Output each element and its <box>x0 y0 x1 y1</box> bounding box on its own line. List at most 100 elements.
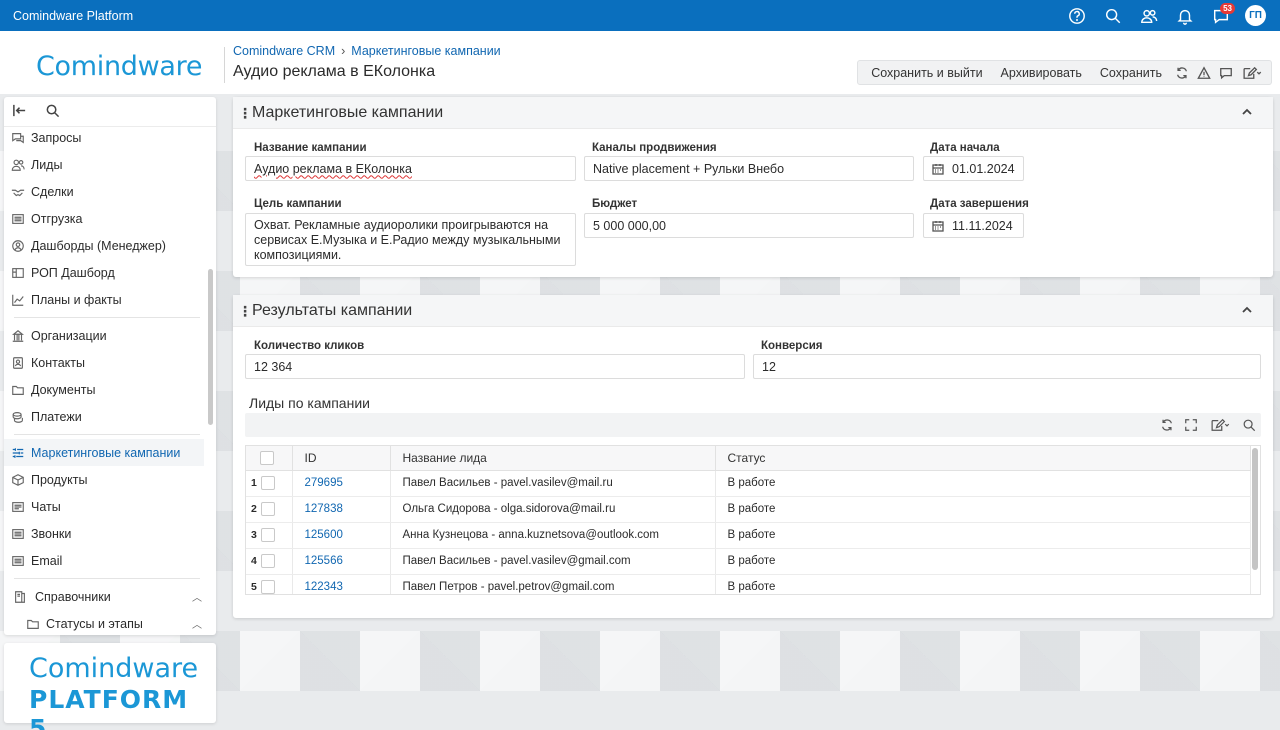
chart-icon <box>12 294 24 306</box>
row-checkbox[interactable] <box>260 580 275 594</box>
chevron-up-icon[interactable]: ︿ <box>192 616 202 631</box>
lead-id-link[interactable]: 122343 <box>305 581 343 593</box>
sidebar-search-icon[interactable] <box>45 103 60 121</box>
refresh-icon[interactable] <box>1171 62 1193 84</box>
sidebar-item-rop-dashboard[interactable]: РОП Дашборд <box>4 259 216 286</box>
goal-label: Цель кампании <box>254 198 342 210</box>
sidebar: Запросы Лиды Сделки Отгрузка Дашборды (М… <box>4 97 216 635</box>
campaign-name-field[interactable]: Аудио реклама в ЕКолонка <box>245 156 576 181</box>
campaign-icon <box>12 447 24 458</box>
table-row[interactable]: 1 279695 Павел Васильев - pavel.vasilev@… <box>246 470 1251 497</box>
collapse-panel-icon[interactable] <box>1241 106 1253 118</box>
start-date-field[interactable]: 01.01.2024 <box>923 156 1024 181</box>
sidebar-item-deals[interactable]: Сделки <box>4 178 216 205</box>
archive-button[interactable]: Архивировать <box>992 66 1091 80</box>
lead-status-cell: В работе <box>715 574 1251 594</box>
sidebar-item-email[interactable]: Email <box>4 547 216 574</box>
search-icon[interactable] <box>1095 0 1131 31</box>
lead-status-cell: В работе <box>715 548 1251 575</box>
sidebar-item-shipping[interactable]: Отгрузка <box>4 205 216 232</box>
refresh-icon[interactable] <box>1159 417 1175 433</box>
row-checkbox[interactable] <box>260 476 275 490</box>
drag-handle-icon[interactable]: ⋮ <box>238 106 252 120</box>
bell-icon[interactable] <box>1167 0 1203 31</box>
edit-menu-icon[interactable] <box>1207 417 1233 433</box>
save-and-exit-button[interactable]: Сохранить и выйти <box>862 66 991 80</box>
goal-field[interactable]: Охват. Рекламные аудиоролики проигрывают… <box>245 213 576 266</box>
lead-id-link[interactable]: 279695 <box>305 477 343 489</box>
table-row[interactable]: 4 125566 Павел Васильев - pavel.vasilev@… <box>246 548 1251 575</box>
column-header-lead-name[interactable]: Название лида <box>390 446 716 471</box>
breadcrumb-crm[interactable]: Comindware CRM <box>233 44 335 58</box>
sidebar-item-marketing-campaigns[interactable]: Маркетинговые кампании <box>4 439 204 466</box>
table-scrollbar[interactable] <box>1252 448 1258 570</box>
lead-id-link[interactable]: 125566 <box>305 555 343 567</box>
table-row[interactable]: 3 125600 Анна Кузнецова - anna.kuznetsov… <box>246 522 1251 549</box>
row-checkbox[interactable] <box>260 528 275 542</box>
calendar-icon[interactable] <box>932 163 944 175</box>
sidebar-divider <box>14 317 200 318</box>
chevron-up-icon[interactable]: ︿ <box>192 589 202 604</box>
breadcrumb-campaigns[interactable]: Маркетинговые кампании <box>351 44 500 58</box>
sidebar-item-plans-facts[interactable]: Планы и факты <box>4 286 216 313</box>
grid-toolbar <box>245 413 1261 437</box>
building-icon <box>12 329 24 342</box>
sidebar-scrollbar[interactable] <box>208 269 213 425</box>
sidebar-item-organizations[interactable]: Организации <box>4 322 216 349</box>
sidebar-item-references[interactable]: Справочники ︿ <box>4 583 216 610</box>
row-checkbox[interactable] <box>260 502 275 516</box>
sidebar-item-payments[interactable]: Платежи <box>4 403 216 430</box>
sidebar-item-contacts[interactable]: Контакты <box>4 349 216 376</box>
edit-menu-icon[interactable] <box>1237 62 1267 84</box>
sidebar-divider <box>14 578 200 579</box>
help-icon[interactable] <box>1059 0 1095 31</box>
campaign-panel: ⋮ Маркетинговые кампании Название кампан… <box>233 97 1273 277</box>
fullscreen-icon[interactable] <box>1183 417 1199 433</box>
sidebar-item-statuses[interactable]: Статусы и этапы ︿ <box>4 610 216 635</box>
row-checkbox[interactable] <box>260 554 275 568</box>
sidebar-item-requests[interactable]: Запросы <box>4 124 216 151</box>
page-header: Comindware Comindware CRM › Маркетинговы… <box>0 31 1280 94</box>
campaign-name-label: Название кампании <box>254 142 367 154</box>
company-logo[interactable]: Comindware <box>36 51 202 82</box>
table-row[interactable]: 5 122343 Павел Петров - pavel.petrov@gma… <box>246 574 1251 594</box>
campaign-panel-header[interactable]: ⋮ Маркетинговые кампании <box>233 97 1273 129</box>
list-icon <box>12 528 24 539</box>
results-panel-header[interactable]: ⋮ Результаты кампании <box>233 295 1273 327</box>
warning-icon[interactable] <box>1193 62 1215 84</box>
calendar-icon[interactable] <box>932 220 944 232</box>
sidebar-item-documents[interactable]: Документы <box>4 376 216 403</box>
sidebar-item-chats[interactable]: Чаты <box>4 493 216 520</box>
column-header-id[interactable]: ID <box>292 446 391 471</box>
platform-logo-line1: Comindware <box>29 653 199 684</box>
messages-icon[interactable]: 53 <box>1203 0 1239 31</box>
sidebar-item-manager-dashboards[interactable]: Дашборды (Менеджер) <box>4 232 216 259</box>
platform-logo: Comindware PLATFORM 5 <box>4 643 216 730</box>
grid-search-icon[interactable] <box>1241 417 1257 433</box>
sidebar-item-calls[interactable]: Звонки <box>4 520 216 547</box>
collapse-panel-icon[interactable] <box>1241 304 1253 316</box>
collapse-sidebar-icon[interactable] <box>12 103 27 121</box>
column-header-status[interactable]: Статус <box>715 446 1251 471</box>
users-icon[interactable] <box>1131 0 1167 31</box>
sidebar-toolbar <box>4 97 216 127</box>
end-date-field[interactable]: 11.11.2024 <box>923 213 1024 238</box>
lead-id-link[interactable]: 127838 <box>305 503 343 515</box>
lead-id-link[interactable]: 125600 <box>305 529 343 541</box>
budget-field[interactable]: 5 000 000,00 <box>584 213 914 238</box>
drag-handle-icon[interactable]: ⋮ <box>238 304 252 318</box>
comment-icon[interactable] <box>1215 62 1237 84</box>
sidebar-item-leads[interactable]: Лиды <box>4 151 216 178</box>
table-row[interactable]: 2 127838 Ольга Сидорова - olga.sidorova@… <box>246 496 1251 523</box>
action-bar: Сохранить и выйти Архивировать Сохранить <box>857 60 1272 85</box>
sidebar-item-products[interactable]: Продукты <box>4 466 216 493</box>
conversion-field[interactable]: 12 <box>753 354 1261 379</box>
channels-field[interactable]: Native placement + Рульки Внебо <box>584 156 914 181</box>
lead-id-cell: 125600 <box>292 522 391 549</box>
clicks-field[interactable]: 12 364 <box>245 354 745 379</box>
lead-status-cell: В работе <box>715 470 1251 497</box>
top-bar: Comindware Platform 53 ГП <box>0 0 1280 31</box>
select-all-checkbox[interactable] <box>260 451 274 466</box>
save-button[interactable]: Сохранить <box>1091 66 1171 80</box>
user-avatar[interactable]: ГП <box>1245 5 1266 26</box>
